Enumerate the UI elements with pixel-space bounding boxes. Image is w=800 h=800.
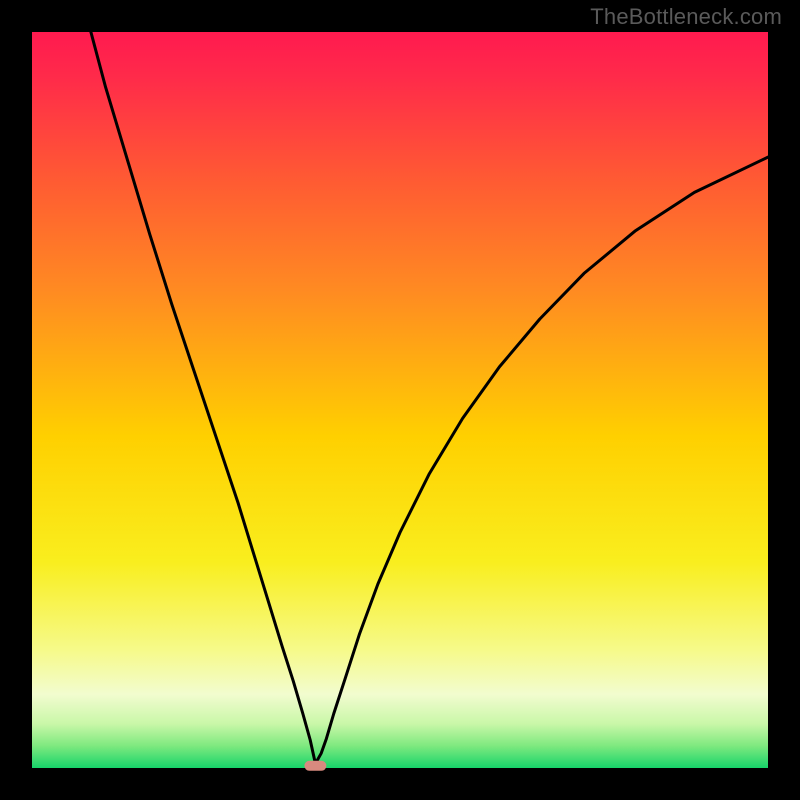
chart-frame: TheBottleneck.com (0, 0, 800, 800)
watermark-label: TheBottleneck.com (590, 4, 782, 30)
plot-area (32, 32, 768, 768)
